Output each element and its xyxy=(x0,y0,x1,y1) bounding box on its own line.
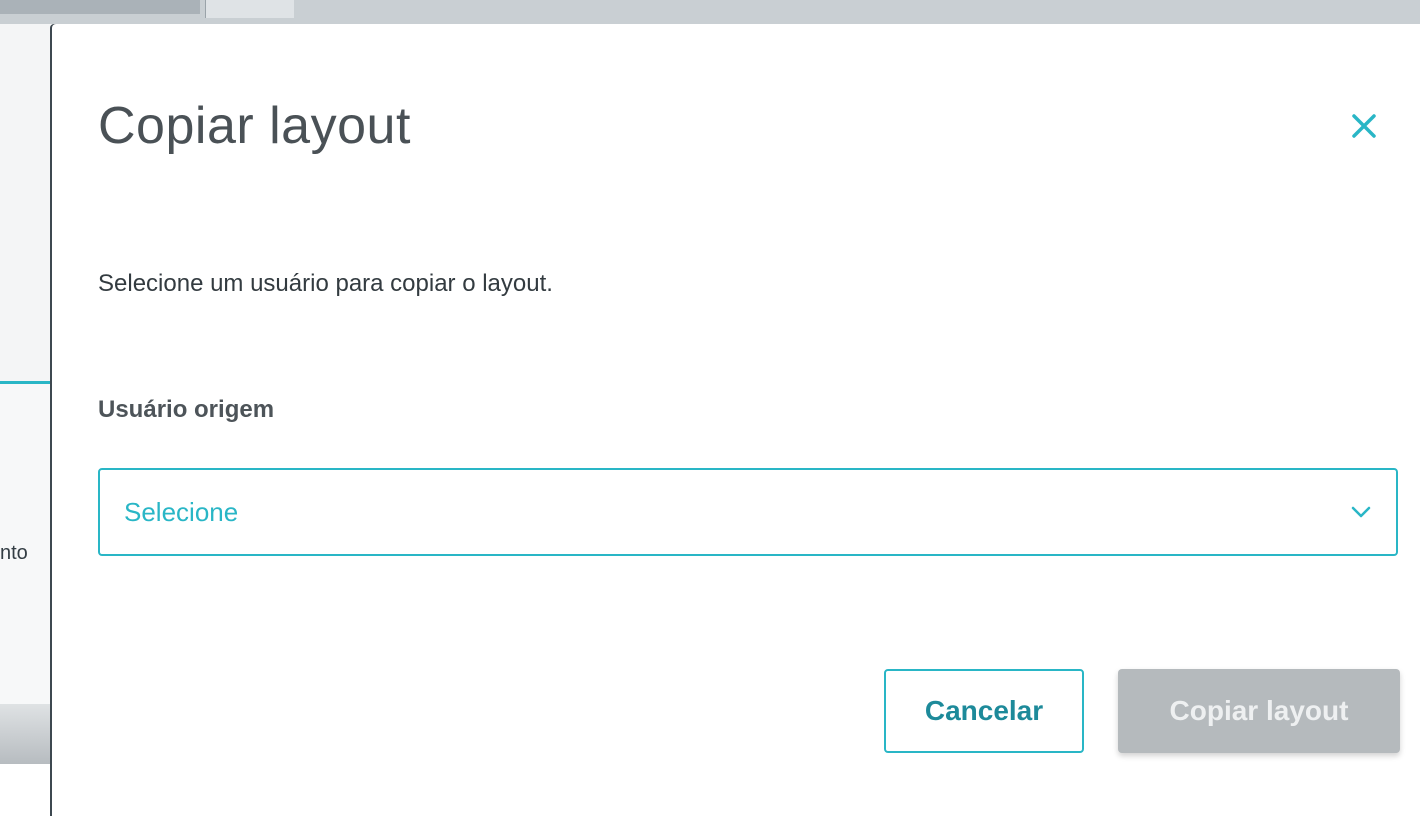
source-user-select-value: Selecione xyxy=(124,496,239,527)
dialog-title: Copiar layout xyxy=(98,97,411,155)
copy-layout-button[interactable]: Copiar layout xyxy=(1118,669,1400,753)
close-button[interactable] xyxy=(1342,104,1386,148)
chevron-down-icon xyxy=(1350,505,1372,519)
close-icon xyxy=(1352,114,1376,138)
cancel-button[interactable]: Cancelar xyxy=(884,669,1084,753)
copy-layout-dialog: Copiar layout Selecione um usuário para … xyxy=(52,24,1420,816)
source-user-select[interactable]: Selecione xyxy=(98,468,1398,556)
source-user-label: Usuário origem xyxy=(98,396,275,423)
dialog-description: Selecione um usuário para copiar o layou… xyxy=(98,270,553,297)
